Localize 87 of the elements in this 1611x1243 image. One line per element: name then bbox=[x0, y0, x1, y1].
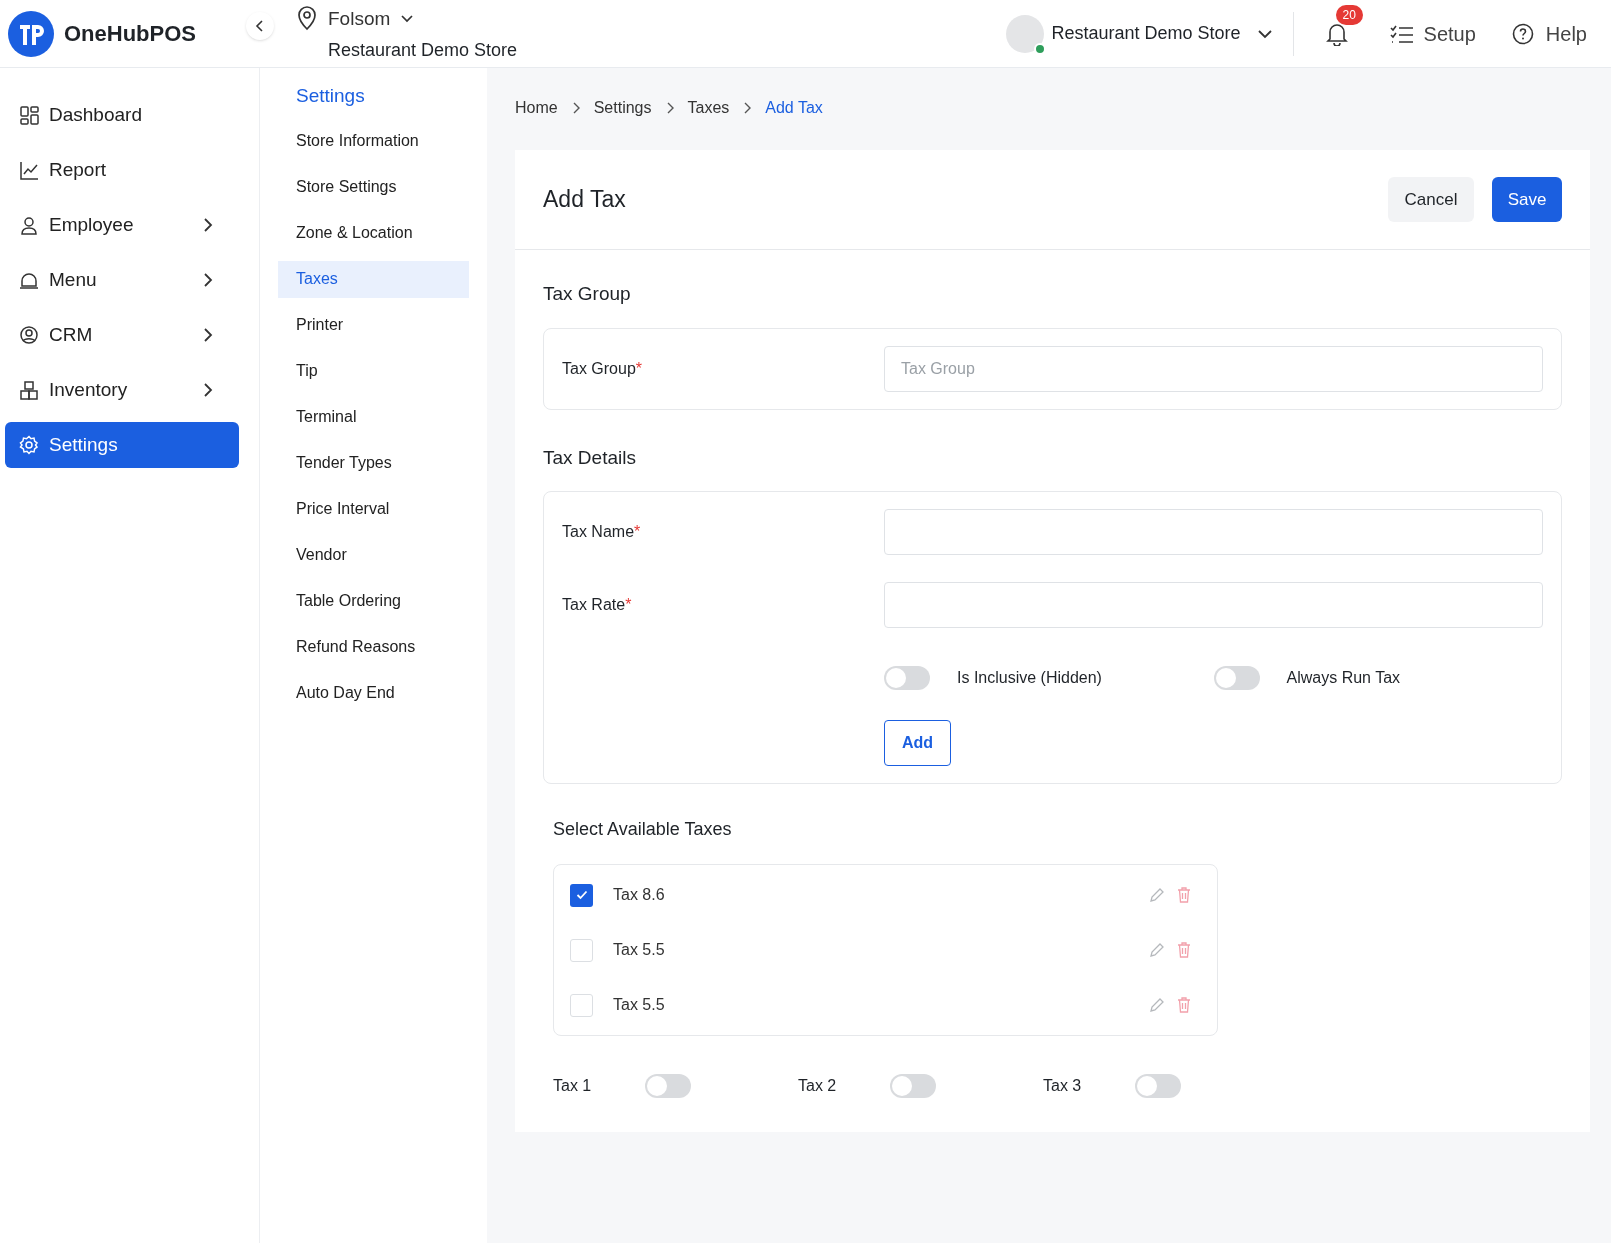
settings-icon bbox=[19, 435, 39, 455]
settings-menu-title: Settings bbox=[295, 84, 366, 108]
edit-pencil-icon[interactable] bbox=[1149, 997, 1165, 1013]
text-input[interactable] bbox=[884, 509, 1543, 555]
dashboard-icon bbox=[19, 105, 39, 125]
breadcrumb-link[interactable]: Home bbox=[515, 96, 558, 120]
sidebar-item[interactable]: Employee bbox=[5, 202, 239, 248]
edit-pencil-icon[interactable] bbox=[1149, 887, 1165, 903]
section-heading: Tax Details bbox=[543, 445, 637, 470]
settings-menu-item[interactable]: Tip bbox=[278, 352, 469, 390]
toggle-switch[interactable] bbox=[1213, 666, 1260, 690]
help-icon bbox=[1511, 22, 1534, 45]
chevron-left-icon bbox=[255, 19, 265, 33]
breadcrumb-link[interactable]: Settings bbox=[593, 96, 652, 120]
person-circle-icon bbox=[19, 325, 39, 345]
location-pin-icon bbox=[296, 4, 318, 31]
settings-menu-item[interactable]: Store Settings bbox=[278, 168, 469, 206]
toggle-label: Is Inclusive (Hidden) bbox=[957, 668, 1102, 688]
section-heading: Select Available Taxes bbox=[553, 818, 733, 841]
section-heading: Tax Group bbox=[543, 282, 632, 306]
chevron-down-icon bbox=[1256, 28, 1273, 39]
add-button[interactable]: Add bbox=[884, 720, 951, 766]
tax-name: Tax 5.5 bbox=[613, 995, 666, 1015]
sidebar-item[interactable]: Settings bbox=[5, 422, 239, 468]
sidebar-item[interactable]: Inventory bbox=[5, 367, 239, 413]
toggle-label: Tax 3 bbox=[1043, 1076, 1083, 1096]
store-name: Restaurant Demo Store bbox=[328, 39, 518, 63]
settings-menu-item[interactable]: Printer bbox=[278, 306, 469, 344]
checkbox[interactable] bbox=[570, 883, 593, 907]
chevron-right-icon bbox=[665, 102, 674, 114]
chevron-right-icon bbox=[571, 102, 580, 114]
settings-menu-item[interactable]: Refund Reasons bbox=[278, 628, 469, 666]
settings-menu-item[interactable]: Zone & Location bbox=[278, 214, 469, 252]
settings-menu-item[interactable]: Price Interval bbox=[278, 490, 469, 528]
field-label: Tax Rate* bbox=[562, 595, 633, 615]
settings-menu-item[interactable]: Table Ordering bbox=[278, 582, 469, 620]
settings-menu-item[interactable]: Auto Day End bbox=[278, 674, 469, 712]
breadcrumb-current: Add Tax bbox=[765, 98, 823, 118]
checklist-icon bbox=[1389, 23, 1414, 44]
breadcrumb-link[interactable]: Taxes bbox=[687, 96, 730, 120]
tax-group-input[interactable]: Tax Group bbox=[884, 345, 1543, 392]
checkbox[interactable] bbox=[570, 938, 593, 962]
chevron-down-icon bbox=[400, 14, 415, 24]
setup-button[interactable]: Setup bbox=[1389, 18, 1476, 49]
toggle-switch[interactable] bbox=[890, 1074, 936, 1098]
field-label: Tax Name* bbox=[562, 522, 642, 542]
toggle-label: Tax 2 bbox=[798, 1076, 838, 1096]
delete-trash-icon[interactable] bbox=[1177, 997, 1191, 1013]
settings-menu-item[interactable]: Store Information bbox=[278, 122, 469, 160]
settings-menu-item[interactable]: Vendor bbox=[278, 536, 469, 574]
settings-menu-item[interactable]: Tender Types bbox=[278, 444, 469, 482]
text-input[interactable] bbox=[884, 582, 1543, 628]
user-icon bbox=[19, 215, 39, 235]
notification-count-badge: 20 bbox=[1335, 4, 1363, 25]
sidebar-item[interactable]: Report bbox=[5, 147, 239, 193]
settings-menu-item[interactable]: Terminal bbox=[278, 398, 469, 436]
checkbox[interactable] bbox=[570, 993, 593, 1017]
sidebar-item[interactable]: Dashboard bbox=[5, 92, 239, 138]
field-label: Tax Group* bbox=[562, 358, 644, 379]
boxes-icon bbox=[19, 380, 39, 400]
form-title: Add Tax bbox=[543, 185, 626, 215]
checkmark-icon bbox=[575, 890, 588, 900]
save-button[interactable]: Save bbox=[1492, 177, 1562, 222]
delete-trash-icon[interactable] bbox=[1177, 887, 1191, 903]
chart-icon bbox=[19, 160, 39, 180]
sidebar-item[interactable]: Menu bbox=[5, 257, 239, 303]
toggle-switch[interactable] bbox=[884, 666, 930, 690]
sidebar-item[interactable]: CRM bbox=[5, 312, 239, 358]
settings-menu-item[interactable]: Taxes bbox=[278, 260, 469, 298]
toggle-label: Tax 1 bbox=[553, 1076, 593, 1096]
location-dropdown[interactable]: Folsom bbox=[328, 4, 518, 34]
brand-name: OneHubPOS bbox=[64, 20, 196, 48]
help-button[interactable]: Help bbox=[1511, 18, 1587, 49]
logo-icon bbox=[8, 10, 54, 57]
collapse-button[interactable] bbox=[246, 12, 274, 40]
toggle-switch[interactable] bbox=[645, 1074, 691, 1098]
cancel-button[interactable]: Cancel bbox=[1388, 177, 1474, 222]
delete-trash-icon[interactable] bbox=[1177, 942, 1191, 958]
toggle-switch[interactable] bbox=[1135, 1074, 1181, 1098]
bell-icon bbox=[19, 270, 39, 290]
tax-name: Tax 5.5 bbox=[613, 940, 666, 960]
bell-icon bbox=[1325, 21, 1348, 46]
toggle-label: Always Run Tax bbox=[1286, 668, 1401, 688]
tax-name: Tax 8.6 bbox=[613, 885, 666, 905]
chevron-right-icon bbox=[743, 102, 752, 114]
store-dropdown[interactable]: Restaurant Demo Store bbox=[1051, 20, 1293, 47]
edit-pencil-icon[interactable] bbox=[1149, 942, 1165, 958]
